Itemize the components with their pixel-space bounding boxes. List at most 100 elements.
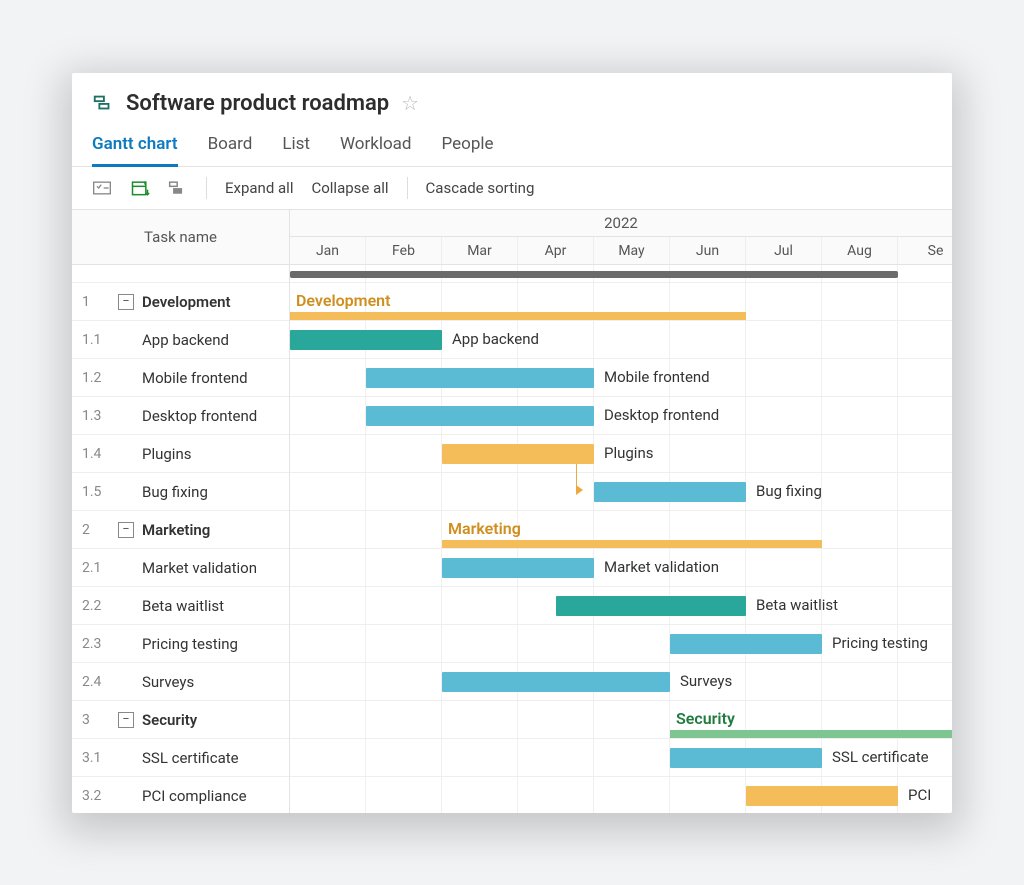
task-name: SSL certificate <box>142 749 239 767</box>
timeline-task-row: Mobile frontend <box>290 359 952 397</box>
task-name: Bug fixing <box>142 483 208 501</box>
timeline-task-row: SSL certificate <box>290 739 952 777</box>
task-bar-label: Desktop frontend <box>604 406 719 424</box>
task-row[interactable]: 1.4Plugins <box>72 435 289 473</box>
task-bar-label: Bug fixing <box>756 482 822 500</box>
task-bar[interactable] <box>442 558 594 578</box>
tab-people[interactable]: People <box>442 126 494 166</box>
task-row[interactable]: 1.3 Desktop frontend <box>72 397 289 435</box>
month-cell: Apr <box>518 237 594 264</box>
task-number: 3.1 <box>82 750 110 766</box>
task-bar[interactable] <box>366 368 594 388</box>
task-list-pane: Task name 1−Development1.1App backend1.2… <box>72 210 290 813</box>
task-row[interactable]: 1.5Bug fixing <box>72 473 289 511</box>
task-row[interactable]: 2.2 Beta waitlist <box>72 587 289 625</box>
task-bar[interactable] <box>556 596 746 616</box>
timeline-task-row: Beta waitlist <box>290 587 952 625</box>
task-row[interactable]: 2.3 Pricing testing <box>72 625 289 663</box>
task-number: 2 <box>82 522 110 538</box>
timeline-year: 2022 <box>290 210 952 238</box>
task-number: 1.2 <box>82 370 110 386</box>
group-bar-label: Marketing <box>448 519 521 538</box>
tab-workload[interactable]: Workload <box>340 126 412 166</box>
task-row[interactable]: 2.1Market validation <box>72 549 289 587</box>
task-bar[interactable] <box>290 330 442 350</box>
task-group-row[interactable]: 3−Security <box>72 701 289 739</box>
tab-list[interactable]: List <box>282 126 310 166</box>
task-row[interactable]: 3.1 SSL certificate <box>72 739 289 777</box>
task-row[interactable]: 1.2Mobile frontend <box>72 359 289 397</box>
task-number: 2.3 <box>82 636 110 652</box>
task-name: Beta waitlist <box>142 597 224 615</box>
task-number: 2.2 <box>82 598 110 614</box>
group-name: Security <box>142 711 197 729</box>
collapse-all-button[interactable]: Collapse all <box>311 179 388 197</box>
task-name: Desktop frontend <box>142 407 257 425</box>
task-bar-label: Pricing testing <box>832 634 928 652</box>
timeline-scroll-strip[interactable] <box>290 265 952 283</box>
tab-board[interactable]: Board <box>208 126 253 166</box>
task-bar[interactable] <box>442 444 594 464</box>
task-number: 2.4 <box>82 674 110 690</box>
scrollbar-track[interactable] <box>290 271 898 278</box>
collapse-icon[interactable]: − <box>118 712 134 728</box>
group-name: Marketing <box>142 521 210 539</box>
task-bar-label: SSL certificate <box>832 748 929 766</box>
cascade-sorting-button[interactable]: Cascade sorting <box>426 179 535 197</box>
hierarchy-icon[interactable] <box>168 179 188 197</box>
month-cell: Jan <box>290 237 366 264</box>
toolbar-separator <box>407 177 408 199</box>
calendar-sync-icon[interactable] <box>130 179 150 197</box>
timeline-task-row: Bug fixing <box>290 473 952 511</box>
task-row[interactable]: 3.2PCI compliance <box>72 777 289 812</box>
group-name: Development <box>142 293 231 311</box>
task-group-row[interactable]: 2−Marketing <box>72 511 289 549</box>
timeline-pane[interactable]: 2022 JanFebMarAprMayJunJulAugSe Developm… <box>290 210 952 813</box>
task-row[interactable]: 1.1 App backend <box>72 321 289 359</box>
checklist-view-icon[interactable] <box>92 179 112 197</box>
task-bar-label: Surveys <box>680 672 732 690</box>
month-cell: Jul <box>746 237 822 264</box>
task-number: 1 <box>82 294 110 310</box>
task-bar[interactable] <box>670 748 822 768</box>
task-bar[interactable] <box>594 482 746 502</box>
month-cell: Se <box>898 237 952 264</box>
task-bar[interactable] <box>670 634 822 654</box>
task-bar[interactable] <box>746 786 898 806</box>
task-bar[interactable] <box>442 672 670 692</box>
task-bar[interactable] <box>366 406 594 426</box>
tab-gantt-chart[interactable]: Gantt chart <box>92 126 178 167</box>
expand-all-button[interactable]: Expand all <box>225 179 293 197</box>
app-window: Software product roadmap ☆ Gantt chart B… <box>72 73 952 813</box>
toolbar-separator <box>206 177 207 199</box>
gantt-area: Task name 1−Development1.1App backend1.2… <box>72 210 952 813</box>
task-bar-label: Plugins <box>604 444 653 462</box>
collapse-icon[interactable]: − <box>118 294 134 310</box>
timeline-header: 2022 JanFebMarAprMayJunJulAugSe <box>290 210 952 266</box>
timeline-group-row: Marketing <box>290 511 952 549</box>
task-name-header: Task name <box>72 210 289 266</box>
month-cell: Jun <box>670 237 746 264</box>
view-tabs: Gantt chart Board List Workload People <box>72 126 952 167</box>
task-number: 1.3 <box>82 408 110 424</box>
star-icon[interactable]: ☆ <box>401 91 419 115</box>
timeline-task-row: Surveys <box>290 663 952 701</box>
task-name: Pricing testing <box>142 635 238 653</box>
group-bar[interactable] <box>442 540 822 548</box>
task-list-body: 1−Development1.1App backend1.2Mobile fro… <box>72 265 289 812</box>
project-icon <box>92 92 114 114</box>
group-bar[interactable] <box>670 730 952 738</box>
task-name: App backend <box>142 331 229 349</box>
task-bar-label: Mobile frontend <box>604 368 710 386</box>
title-bar: Software product roadmap ☆ <box>72 73 952 126</box>
task-row[interactable]: 2.4Surveys <box>72 663 289 701</box>
task-number: 3 <box>82 712 110 728</box>
timeline-group-row: Security <box>290 701 952 739</box>
group-bar[interactable] <box>290 312 746 320</box>
task-number: 1.1 <box>82 332 110 348</box>
timeline-task-row: Market validation <box>290 549 952 587</box>
task-group-row[interactable]: 1−Development <box>72 283 289 321</box>
collapse-icon[interactable]: − <box>118 522 134 538</box>
task-number: 1.4 <box>82 446 110 462</box>
timeline-body: DevelopmentApp backendMobile frontendDes… <box>290 265 952 812</box>
